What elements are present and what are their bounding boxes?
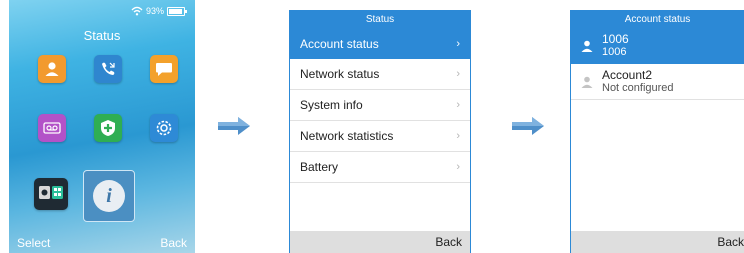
status-app-selected[interactable]: i [83, 170, 135, 222]
account-status-screen: Account status 1006 1006 Account2 Not co… [570, 10, 744, 253]
screen-title: Status [290, 11, 470, 28]
menu-item-label: Battery [300, 160, 339, 174]
menu-item-system-info[interactable]: System info › [290, 90, 470, 121]
screen-title: Status [83, 28, 121, 43]
apps-icon [39, 186, 63, 199]
back-softkey[interactable]: Back [717, 235, 744, 249]
screen-title: Account status [571, 11, 744, 28]
battery-icon [167, 6, 187, 16]
account-name: 1006 [602, 32, 629, 46]
menu-item-label: Network status [300, 67, 380, 81]
chevron-right-icon: › [456, 130, 460, 142]
wifi-icon [131, 6, 143, 16]
account-name: Account2 [602, 67, 653, 82]
user-icon [581, 76, 593, 88]
select-softkey[interactable]: Select [17, 236, 50, 250]
security-app[interactable] [94, 114, 122, 142]
menu-item-network-status[interactable]: Network status › [290, 59, 470, 90]
account-row-account2[interactable]: Account2 Not configured [571, 64, 744, 100]
softkey-bar: Select Back [9, 233, 195, 253]
account-detail: 1006 [602, 46, 627, 58]
account-row-1006[interactable]: 1006 1006 [571, 28, 744, 64]
chevron-right-icon: › [456, 99, 460, 111]
menu-item-label: Account status [300, 36, 379, 51]
security-icon [101, 120, 115, 136]
call-history-app[interactable] [94, 55, 122, 83]
softkey-bar: Back [290, 231, 470, 253]
status-bar: 93% [131, 5, 187, 17]
status-menu-screen: Status Account status › Network status ›… [289, 10, 471, 253]
back-softkey[interactable]: Back [160, 236, 187, 250]
contacts-icon [45, 62, 59, 76]
chevron-right-icon: › [456, 37, 460, 50]
call-history-icon [102, 62, 115, 75]
messages-app[interactable] [150, 55, 178, 83]
user-icon [581, 40, 593, 52]
battery-percent: 93% [145, 6, 164, 16]
softkey-bar: Back [571, 231, 744, 253]
chevron-right-icon: › [456, 68, 460, 80]
settings-app[interactable] [150, 114, 178, 142]
menu-item-battery[interactable]: Battery › [290, 152, 470, 183]
menu-item-network-statistics[interactable]: Network statistics › [290, 121, 470, 152]
account-detail: Not configured [602, 81, 674, 94]
menu-item-account-status[interactable]: Account status › [290, 28, 470, 59]
chevron-right-icon: › [456, 161, 460, 173]
apps-app[interactable] [34, 178, 68, 210]
settings-icon [156, 120, 172, 136]
menu-item-label: Network statistics [300, 129, 394, 143]
home-screen: 93% Status i Select Back [9, 0, 195, 253]
voicemail-icon [43, 122, 61, 134]
back-softkey[interactable]: Back [435, 235, 462, 249]
arrow-right-icon [218, 117, 250, 135]
contacts-app[interactable] [38, 55, 66, 83]
arrow-right-icon [512, 117, 544, 135]
info-icon: i [93, 180, 125, 212]
messages-icon [156, 63, 172, 76]
menu-item-label: System info [300, 98, 363, 112]
voicemail-app[interactable] [38, 114, 66, 142]
